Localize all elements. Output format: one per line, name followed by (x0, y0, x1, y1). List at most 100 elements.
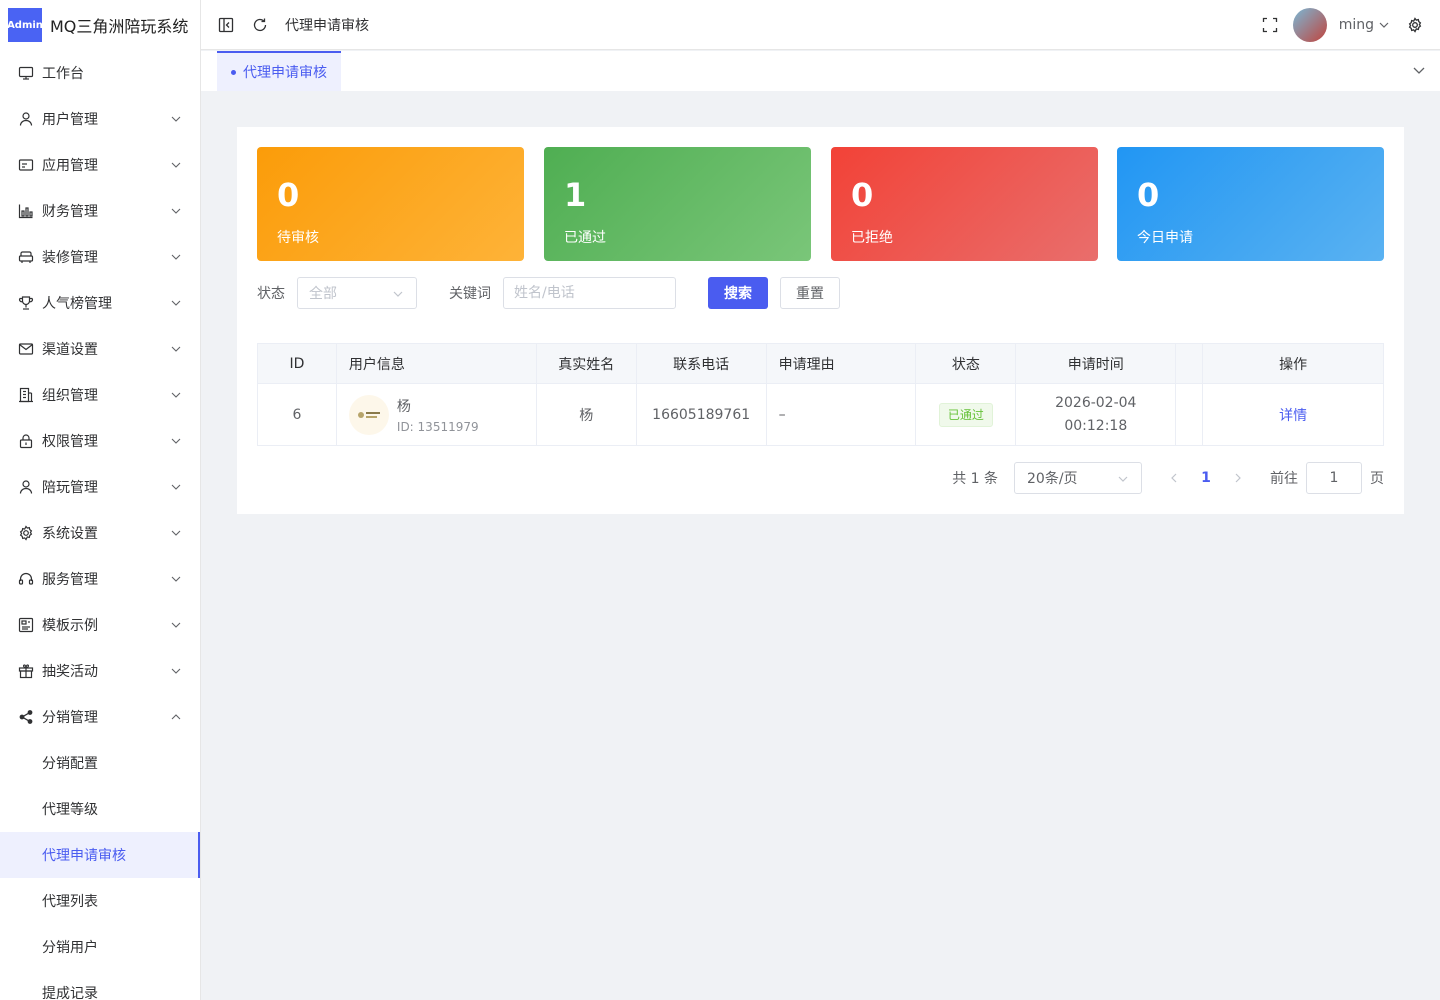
sidebar-item-label: 渠道设置 (42, 342, 98, 358)
sidebar-item-label: 用户管理 (42, 112, 98, 128)
search-button[interactable]: 搜索 (708, 277, 768, 309)
template-icon (18, 617, 34, 633)
page-size-select[interactable]: 20条/页 (1014, 462, 1142, 494)
building-icon (18, 387, 34, 403)
apply-clock: 00:12:18 (1064, 417, 1128, 434)
tab-agent-review[interactable]: 代理申请审核 (217, 51, 341, 91)
sidebar-item-label: 人气榜管理 (42, 296, 112, 312)
col-time: 申请时间 (1015, 343, 1177, 384)
sidebar-item-label: 陪玩管理 (42, 480, 98, 496)
col-actions: 操作 (1202, 343, 1384, 384)
sidebar-subitem-0[interactable]: 分销配置 (0, 740, 200, 786)
sidebar-subitem-1[interactable]: 代理等级 (0, 786, 200, 832)
total-count: 共 1 条 (952, 471, 998, 487)
sidebar-item-1[interactable]: 用户管理 (0, 96, 200, 142)
fullscreen-icon[interactable] (1261, 16, 1279, 34)
avatar[interactable] (1292, 7, 1327, 42)
chevron-down-icon (170, 665, 182, 677)
mail-icon (18, 341, 34, 357)
cell-user: 杨 ID: 13511979 (335, 383, 537, 446)
headset-icon (18, 571, 34, 587)
chevron-down-icon (170, 343, 182, 355)
monitor-icon (18, 65, 34, 81)
col-reason: 申请理由 (765, 343, 917, 384)
stat-value: 0 (1137, 176, 1160, 214)
prev-page-icon[interactable] (1158, 462, 1190, 494)
gear-icon[interactable] (1406, 16, 1424, 34)
sidebar-item-13[interactable]: 抽奖活动 (0, 648, 200, 694)
chevron-down-icon (170, 389, 182, 401)
chevron-down-icon (170, 573, 182, 585)
username[interactable]: ming (1339, 17, 1374, 33)
cell-time: 2026-02-04 00:12:18 (1015, 383, 1177, 446)
sidebar-item-6[interactable]: 渠道设置 (0, 326, 200, 372)
sidebar-item-label: 系统设置 (42, 526, 98, 542)
goto-page-input[interactable] (1306, 462, 1362, 494)
sidebar-item-label: 分销管理 (42, 710, 98, 726)
col-real-name: 真实姓名 (535, 343, 637, 384)
chevron-down-icon (170, 481, 182, 493)
sidebar-item-11[interactable]: 服务管理 (0, 556, 200, 602)
lock-icon (18, 433, 34, 449)
chevron-down-icon (170, 251, 182, 263)
table-row: 6 杨 ID: 13511979 杨 16605189761 – 已通过 202… (257, 383, 1384, 446)
sidebar-item-12[interactable]: 模板示例 (0, 602, 200, 648)
status-badge: 已通过 (938, 402, 993, 427)
chevron-down-icon (170, 435, 182, 447)
detail-link[interactable]: 详情 (1279, 408, 1307, 424)
cell-phone: 16605189761 (635, 383, 767, 446)
sidebar-item-label: 组织管理 (42, 388, 98, 404)
sidebar-subitem-3[interactable]: 代理列表 (0, 878, 200, 924)
sidebar-item-10[interactable]: 系统设置 (0, 510, 200, 556)
refresh-icon[interactable] (251, 16, 269, 34)
sidebar-item-3[interactable]: 财务管理 (0, 188, 200, 234)
tab-label: 代理申请审核 (243, 65, 327, 81)
collapse-sidebar-icon[interactable] (217, 16, 235, 34)
reset-button[interactable]: 重置 (780, 277, 840, 309)
sidebar-item-7[interactable]: 组织管理 (0, 372, 200, 418)
user-id: ID: 13511979 (396, 419, 479, 434)
sidebar-item-9[interactable]: 陪玩管理 (0, 464, 200, 510)
main-card: 0 待审核 1 已通过 0 已拒绝 0 今日申请 状态 全部 关键词 搜索 重置… (237, 127, 1404, 514)
sidebar-item-0[interactable]: 工作台 (0, 50, 200, 96)
sidebar-subitem-2[interactable]: 代理申请审核 (0, 832, 200, 878)
gear-icon (18, 525, 34, 541)
sidebar-item-label: 财务管理 (42, 204, 98, 220)
sidebar-item-label: 装修管理 (42, 250, 98, 266)
sidebar-item-4[interactable]: 装修管理 (0, 234, 200, 280)
sidebar-subitem-4[interactable]: 分销用户 (0, 924, 200, 970)
sidebar-item-14[interactable]: 分销管理 (0, 694, 200, 740)
page-size-value: 20条/页 (1027, 471, 1078, 487)
sidebar-item-label: 模板示例 (42, 618, 98, 634)
col-status: 状态 (915, 343, 1017, 384)
trophy-icon (18, 295, 34, 311)
next-page-icon[interactable] (1222, 462, 1254, 494)
stat-label: 待审核 (277, 230, 319, 246)
stat-value: 0 (851, 176, 874, 214)
sidebar-item-5[interactable]: 人气榜管理 (0, 280, 200, 326)
cell-id: 6 (257, 383, 337, 446)
topbar: 代理申请审核 ming (201, 0, 1440, 50)
sidebar-item-label: 工作台 (42, 66, 84, 82)
chevron-down-icon[interactable] (1378, 16, 1390, 34)
chevron-down-icon (170, 159, 182, 171)
chevron-down-icon (1117, 473, 1129, 485)
sidebar-item-8[interactable]: 权限管理 (0, 418, 200, 464)
sidebar-subitem-5[interactable]: 提成记录 (0, 970, 200, 1000)
chevron-down-icon[interactable] (1412, 63, 1426, 77)
sidebar: Admin MQ三角洲陪玩系统 工作台 用户管理 应用管理 财务管理 装修管理 人气榜管理… (0, 0, 201, 1000)
stat-value: 0 (277, 176, 300, 214)
card-icon (18, 157, 34, 173)
tabs-bar: 代理申请审核 (201, 51, 1440, 91)
sidebar-item-label: 抽奖活动 (42, 664, 98, 680)
breadcrumb: 代理申请审核 (285, 17, 369, 34)
share-icon (18, 709, 34, 725)
col-spacer (1175, 343, 1204, 384)
status-select[interactable]: 全部 (297, 277, 417, 309)
chevron-down-icon (392, 288, 404, 300)
current-page[interactable]: 1 (1190, 462, 1222, 494)
sidebar-menu: 工作台用户管理应用管理财务管理装修管理人气榜管理渠道设置组织管理权限管理陪玩管理… (0, 50, 200, 1000)
keyword-input[interactable] (503, 277, 676, 309)
col-phone: 联系电话 (635, 343, 767, 384)
sidebar-item-2[interactable]: 应用管理 (0, 142, 200, 188)
